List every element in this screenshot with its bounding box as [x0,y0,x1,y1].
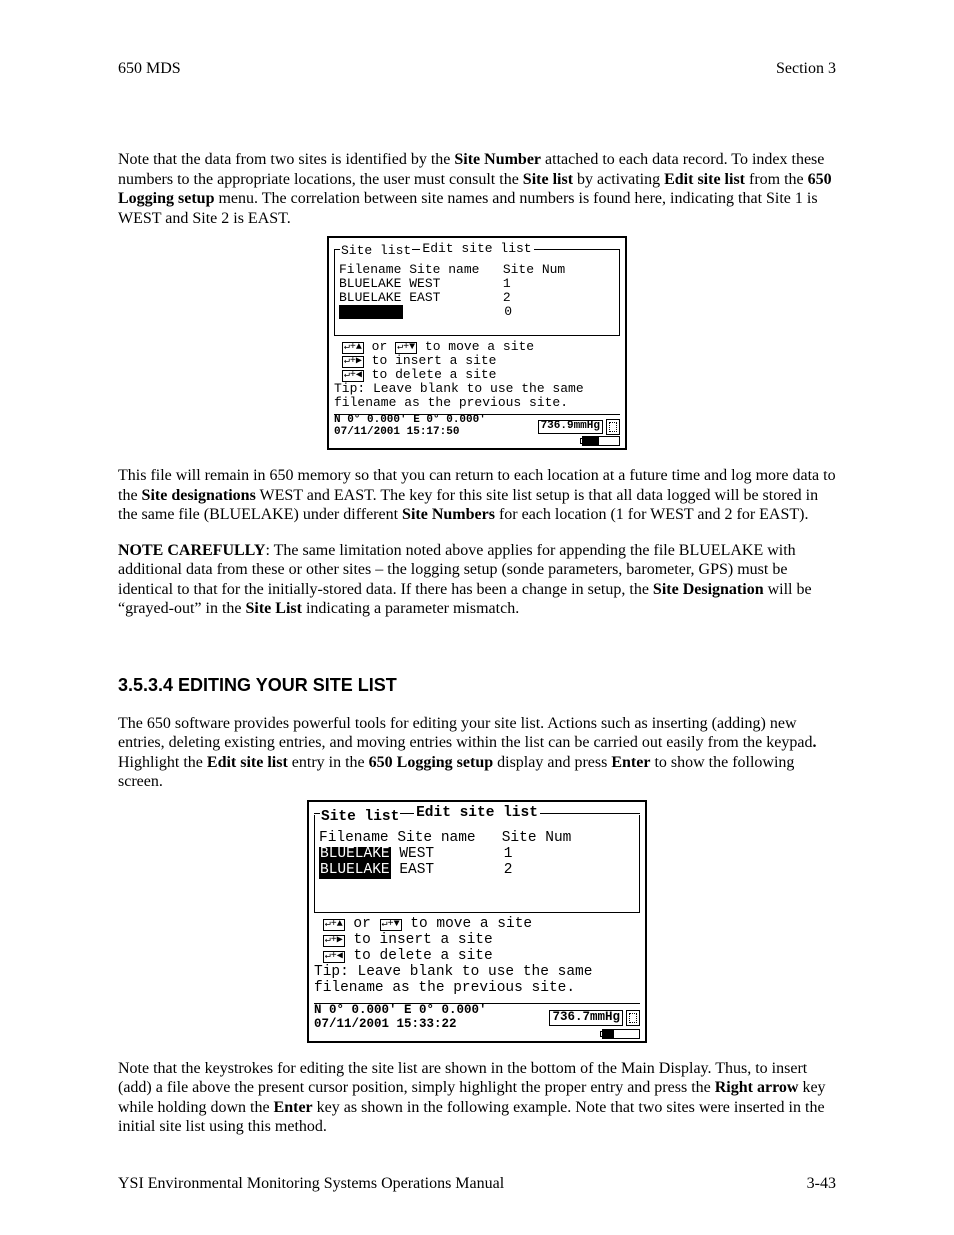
enter-down-icon: ↵+▼ [380,919,402,931]
screen1-row-2: BLUELAKE EAST 2 [339,291,615,305]
sonde-icon [626,1010,640,1026]
screen2-tip-1: Tip: Leave blank to use the same [314,965,640,981]
header-right: Section 3 [776,60,836,78]
screen1-header-row: Filename Site name Site Num [339,263,615,277]
screen2-box-label: Site list [320,810,400,826]
screen1-hint-insert: ↵+▶ to insert a site [334,354,620,368]
screen2-hint-insert: ↵+▶ to insert a site [314,933,640,949]
screen2-hint-delete: ↵+◀ to delete a site [314,949,640,965]
paragraph-4: The 650 software provides powerful tools… [118,714,836,792]
screen1-tip-1: Tip: Leave blank to use the same [334,382,620,396]
screen2-time: 07/11/2001 15:33:22 [314,1018,487,1032]
paragraph-5: Note that the keystrokes for editing the… [118,1059,836,1137]
screen2-pressure: 736.7mmHg [549,1010,623,1026]
enter-left-icon: ↵+◀ [323,951,345,963]
enter-right-icon: ↵+▶ [342,356,364,368]
screen1-box-label: Site list [340,244,412,258]
battery-icon [602,1029,640,1039]
screen1-hint-move: ↵+▲ or ↵+▼ to move a site [334,340,620,354]
paragraph-3: NOTE CAREFULLY: The same limitation note… [118,541,836,619]
sonde-icon [606,419,620,435]
screen1-time: 07/11/2001 15:17:50 [334,427,486,439]
screen1-row-3: 0 [339,305,615,319]
battery-icon [582,436,620,446]
paragraph-1: Note that the data from two sites is ide… [118,150,836,228]
footer-left: YSI Environmental Monitoring Systems Ope… [118,1175,504,1193]
screenshot-edit-site-list-1: Edit site list Site list Filename Site n… [327,236,627,450]
screen1-tip-2: filename as the previous site. [334,396,620,410]
screen2-row-2: BLUELAKE EAST 2 [319,863,635,879]
screen1-row-1: BLUELAKE WEST 1 [339,277,615,291]
screen2-row-1: BLUELAKE WEST 1 [319,847,635,863]
screen2-hint-move: ↵+▲ or ↵+▼ to move a site [314,917,640,933]
screen2-tip-2: filename as the previous site. [314,981,640,997]
enter-up-icon: ↵+▲ [323,919,345,931]
section-heading: 3.5.3.4 EDITING YOUR SITE LIST [118,675,836,696]
screen2-header-row: Filename Site name Site Num [319,831,635,847]
screenshot-edit-site-list-2: Edit site list Site list Filename Site n… [307,800,647,1043]
enter-right-icon: ↵+▶ [323,935,345,947]
screen2-gps: N 0° 0.000' E 0° 0.000' [314,1004,487,1018]
screen1-hint-delete: ↵+◀ to delete a site [334,368,620,382]
footer-right: 3-43 [807,1175,836,1193]
screen1-pressure: 736.9mmHg [538,420,603,434]
header-left: 650 MDS [118,60,181,78]
paragraph-2: This file will remain in 650 memory so t… [118,466,836,525]
enter-up-icon: ↵+▲ [342,342,364,354]
